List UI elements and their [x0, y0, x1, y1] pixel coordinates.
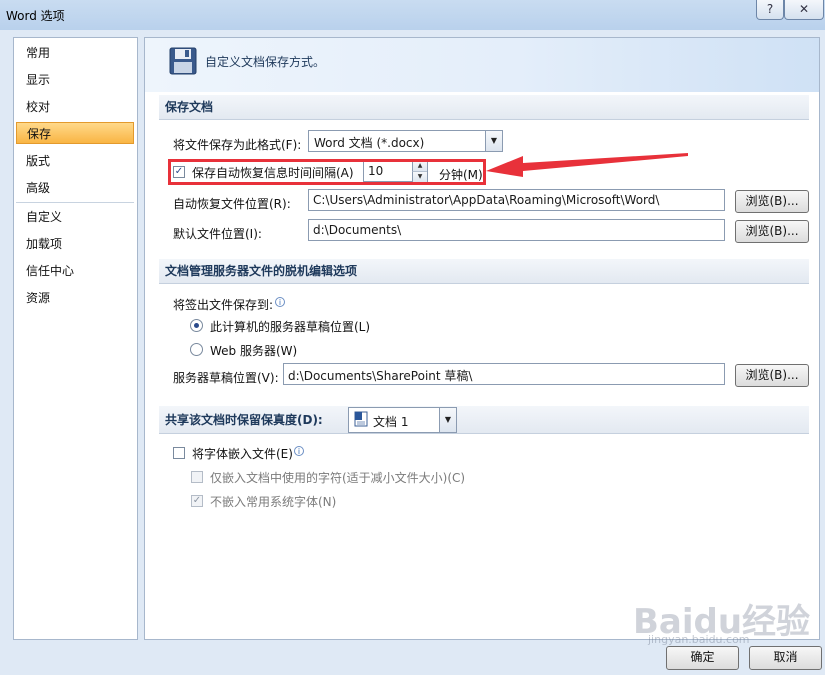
default-path-label: 默认文件位置(I): [173, 227, 262, 241]
autorecover-path-input[interactable]: C:\Users\Administrator\AppData\Roaming\M… [308, 189, 725, 211]
banner-text: 自定义文档保存方式。 [205, 55, 326, 69]
sidebar-item-display[interactable]: 显示 [16, 69, 134, 91]
embed-used-chars-label: 仅嵌入文档中使用的字符(适于减小文件大小)(C) [210, 471, 466, 485]
word-document-icon [354, 411, 368, 427]
ok-button[interactable]: 确定 [666, 646, 739, 670]
chevron-down-icon[interactable]: ▼ [439, 408, 456, 432]
info-icon: i [275, 297, 285, 307]
browse-autorecover-button[interactable]: 浏览(B)... [735, 190, 809, 213]
content-panel: 自定义文档保存方式。 保存文档 将文件保存为此格式(F): Word 文档 (*… [144, 37, 820, 640]
format-label: 将文件保存为此格式(F): [173, 138, 302, 152]
drafts-path-label: 服务器草稿位置(V): [173, 371, 279, 385]
sidebar-item-advanced[interactable]: 高级 [16, 177, 134, 199]
no-common-fonts-label: 不嵌入常用系统字体(N) [210, 495, 337, 509]
window-title: Word 选项 [6, 9, 65, 23]
title-bar: Word 选项 ? ✕ [0, 0, 825, 30]
sidebar-item-resources[interactable]: 资源 [16, 287, 134, 309]
browse-default-button[interactable]: 浏览(B)... [735, 220, 809, 243]
sidebar-item-addins[interactable]: 加载项 [16, 233, 134, 255]
red-arrow-icon [486, 153, 688, 177]
watermark-url: jingyan.baidu.com [648, 633, 750, 646]
embed-used-chars-checkbox[interactable] [191, 471, 203, 483]
fidelity-document-value: 文档 1 [373, 415, 409, 429]
sidebar-item-general[interactable]: 常用 [16, 42, 134, 64]
format-dropdown[interactable]: Word 文档 (*.docx) ▼ [308, 130, 503, 152]
radio-local-drafts[interactable] [190, 319, 203, 332]
highlight-box [168, 159, 486, 185]
no-common-fonts-checkbox[interactable]: ✓ [191, 495, 203, 507]
section-heading-fidelity: 共享该文档时保留保真度(D): [159, 406, 809, 434]
radio-selected-dot [194, 323, 199, 328]
help-button[interactable]: ? [756, 0, 784, 20]
checkout-label: 将签出文件保存到: [173, 298, 274, 312]
section-heading-save: 保存文档 [159, 95, 809, 120]
drafts-path-input[interactable]: d:\Documents\SharePoint 草稿\ [283, 363, 725, 385]
embed-fonts-checkbox[interactable] [173, 447, 185, 459]
sidebar-item-save[interactable]: 保存 [16, 122, 134, 144]
sidebar: 常用 显示 校对 保存 版式 高级 自定义 加载项 信任中心 资源 [13, 37, 138, 640]
browse-drafts-button[interactable]: 浏览(B)... [735, 364, 809, 387]
info-icon: i [294, 446, 304, 456]
cancel-button[interactable]: 取消 [749, 646, 822, 670]
radio-web-server[interactable] [190, 343, 203, 356]
close-button[interactable]: ✕ [784, 0, 824, 20]
sidebar-item-trust-center[interactable]: 信任中心 [16, 260, 134, 282]
fidelity-document-dropdown[interactable]: 文档 1 ▼ [348, 407, 457, 433]
embed-fonts-label: 将字体嵌入文件(E) [192, 447, 293, 461]
radio-web-server-label: Web 服务器(W) [210, 344, 298, 358]
sidebar-divider [16, 202, 134, 203]
section-heading-offline: 文档管理服务器文件的脱机编辑选项 [159, 259, 809, 284]
autorecover-path-value: C:\Users\Administrator\AppData\Roaming\M… [313, 193, 660, 207]
default-path-value: d:\Documents\ [313, 223, 402, 237]
sidebar-item-layout[interactable]: 版式 [16, 150, 134, 172]
format-value: Word 文档 (*.docx) [314, 136, 425, 150]
radio-local-drafts-label: 此计算机的服务器草稿位置(L) [210, 320, 371, 334]
drafts-path-value: d:\Documents\SharePoint 草稿\ [288, 369, 473, 383]
chevron-down-icon[interactable]: ▼ [485, 131, 502, 151]
sidebar-item-customize[interactable]: 自定义 [16, 206, 134, 228]
banner: 自定义文档保存方式。 [145, 38, 819, 92]
fidelity-heading-label: 共享该文档时保留保真度(D): [165, 413, 323, 427]
autorecover-path-label: 自动恢复文件位置(R): [173, 197, 291, 211]
sidebar-item-proofing[interactable]: 校对 [16, 96, 134, 118]
save-disk-icon [169, 47, 197, 75]
default-path-input[interactable]: d:\Documents\ [308, 219, 725, 241]
